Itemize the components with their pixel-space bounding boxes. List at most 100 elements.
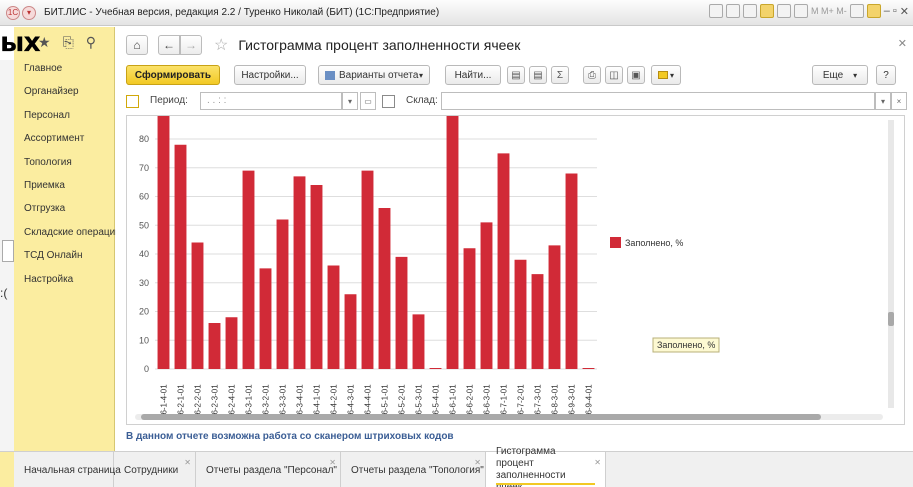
- chevron-down-icon: ▾: [669, 70, 674, 80]
- sidebar-item-assortment[interactable]: Ассортимент: [14, 127, 114, 150]
- sidebar-item-receiving[interactable]: Приемка: [14, 174, 114, 197]
- close-tab-icon[interactable]: ✕: [329, 458, 336, 467]
- warehouse-clear-icon[interactable]: ×: [891, 92, 907, 110]
- calculator-icon[interactable]: [794, 4, 808, 18]
- scanner-hint: В данном отчете возможна работа со скане…: [126, 431, 454, 442]
- mail-button[interactable]: ▾: [651, 65, 681, 85]
- y-tick-label: 40: [139, 249, 149, 259]
- bar: [157, 116, 170, 369]
- close-tab-icon[interactable]: ✕: [184, 458, 191, 467]
- print-button-icon[interactable]: ⎙: [583, 66, 601, 84]
- sidebar-item-settings[interactable]: Настройка: [14, 268, 114, 291]
- x-tick-label: 46-1-4-01: [160, 384, 169, 419]
- help-button[interactable]: ?: [876, 65, 896, 85]
- sidebar-item-organizer[interactable]: Органайзер: [14, 80, 114, 103]
- window-title: БИТ.ЛИС - Учебная версия, редакция 2.2 /…: [44, 7, 440, 18]
- sections-panel: ★ ⎘ ⚲ Главное Органайзер Персонал Ассорт…: [14, 27, 121, 451]
- save-button-icon[interactable]: ▣: [627, 66, 645, 84]
- close-form-icon[interactable]: ✕: [898, 37, 907, 50]
- tab-histogram-report[interactable]: Гистограмма процент заполненности ячеек ✕: [486, 446, 606, 487]
- more-label: Еще: [822, 69, 844, 81]
- bar: [191, 242, 204, 369]
- legend-swatch: [610, 237, 621, 248]
- print-icon[interactable]: [709, 4, 723, 18]
- window-layout-icon[interactable]: [849, 4, 864, 18]
- back-button[interactable]: ←: [158, 35, 180, 55]
- more-button[interactable]: Еще ▾: [812, 65, 868, 85]
- y-tick-label: 0: [144, 364, 149, 374]
- sidebar-item-shipping[interactable]: Отгрузка: [14, 197, 114, 220]
- report-spreadsheet[interactable]: 0 10 20 30 40 50 60 70 80 46-1-4-01 46-2-1-01 46-2-…: [126, 115, 905, 425]
- home-button[interactable]: ⌂: [126, 35, 148, 55]
- copy-icon[interactable]: [743, 4, 757, 18]
- bar: [327, 265, 340, 369]
- sidebar-item-tsd-online[interactable]: ТСД Онлайн: [14, 244, 114, 267]
- report-variants-button[interactable]: Варианты отчета ▾: [318, 65, 430, 85]
- find-next-icon[interactable]: ▤: [507, 66, 525, 84]
- bar: [582, 368, 595, 369]
- bar: [378, 208, 391, 369]
- print-preview-icon[interactable]: [726, 4, 740, 18]
- x-tick-label: 46-2-3-01: [211, 384, 220, 419]
- find-prev-icon[interactable]: ▤: [529, 66, 547, 84]
- maximize-icon[interactable]: ▫: [893, 5, 897, 17]
- warehouse-input[interactable]: [441, 92, 875, 110]
- bar: [276, 219, 289, 369]
- search-icon[interactable]: ⚲: [86, 34, 96, 51]
- sidebar-item-warehouse-operations[interactable]: Складские операции: [14, 221, 121, 244]
- sum-button[interactable]: Σ: [551, 66, 569, 84]
- x-tick-label: 46-9-3-01: [568, 384, 577, 419]
- x-tick-label: 46-6-1-01: [449, 384, 458, 419]
- tab-label: Отчеты раздела "Персонал": [206, 464, 337, 476]
- sidebar-item-topology[interactable]: Топология: [14, 151, 114, 174]
- tab-home-page[interactable]: Начальная страница: [14, 452, 121, 487]
- minimize-icon[interactable]: –: [884, 5, 890, 17]
- generate-button[interactable]: Сформировать: [126, 65, 220, 85]
- close-window-icon[interactable]: ✕: [900, 5, 909, 18]
- settings-button[interactable]: Настройки...: [234, 65, 306, 85]
- calendar-icon[interactable]: [777, 4, 791, 18]
- vertical-scrollbar-thumb[interactable]: [888, 312, 894, 326]
- warehouse-checkbox[interactable]: [382, 95, 395, 108]
- chevron-down-icon: ▾: [418, 70, 423, 80]
- sidebar-item-personnel[interactable]: Персонал: [14, 104, 114, 127]
- background-window-strip: :(: [0, 60, 14, 451]
- tab-label: Отчеты раздела "Топология": [351, 464, 484, 476]
- find-button[interactable]: Найти...: [445, 65, 501, 85]
- menu-dropdown-icon[interactable]: ▾: [22, 5, 36, 20]
- favorites-icon[interactable]: [760, 4, 774, 18]
- period-select-icon[interactable]: ▭: [360, 92, 376, 110]
- forward-button[interactable]: →: [180, 35, 202, 55]
- close-tab-icon[interactable]: ✕: [594, 458, 601, 467]
- app-logo-icon[interactable]: 1С: [6, 5, 20, 20]
- x-tick-label: 46-3-2-01: [262, 384, 271, 419]
- horizontal-scrollbar-thumb[interactable]: [141, 414, 821, 420]
- bar: [463, 248, 476, 369]
- bar: [293, 176, 306, 369]
- sidebar-item-main[interactable]: Главное: [14, 57, 114, 80]
- window-toolbar: M M+ M- – ▫ ✕: [709, 4, 909, 18]
- history-icon[interactable]: ⎘: [63, 34, 74, 51]
- bar: [344, 294, 357, 369]
- preview-button-icon[interactable]: ◫: [605, 66, 623, 84]
- active-tab-indicator: [496, 483, 595, 485]
- x-tick-label: 46-5-3-01: [415, 384, 424, 419]
- tab-label: Начальная страница: [24, 464, 121, 476]
- tab-topology-reports[interactable]: Отчеты раздела "Топология" ✕: [341, 452, 486, 487]
- warehouse-dropdown-icon[interactable]: ▾: [875, 92, 891, 110]
- bar: [514, 259, 527, 369]
- bar: [497, 153, 510, 369]
- add-to-favorites-star-icon[interactable]: ☆: [214, 35, 228, 55]
- info-icon[interactable]: [866, 4, 881, 18]
- period-label: Период:: [150, 95, 188, 106]
- open-windows-bar: Начальная страница Сотрудники ✕ Отчеты ра…: [0, 446, 913, 487]
- period-input[interactable]: . . : :: [200, 92, 342, 110]
- memory-buttons[interactable]: M M+ M-: [811, 6, 847, 16]
- tab-employees[interactable]: Сотрудники ✕: [114, 452, 196, 487]
- period-checkbox[interactable]: [126, 95, 139, 108]
- bar: [565, 173, 578, 369]
- period-dropdown-icon[interactable]: ▾: [342, 92, 358, 110]
- x-tick-label: 46-4-4-01: [364, 384, 373, 419]
- tab-personnel-reports[interactable]: Отчеты раздела "Персонал" ✕: [196, 452, 341, 487]
- close-tab-icon[interactable]: ✕: [474, 458, 481, 467]
